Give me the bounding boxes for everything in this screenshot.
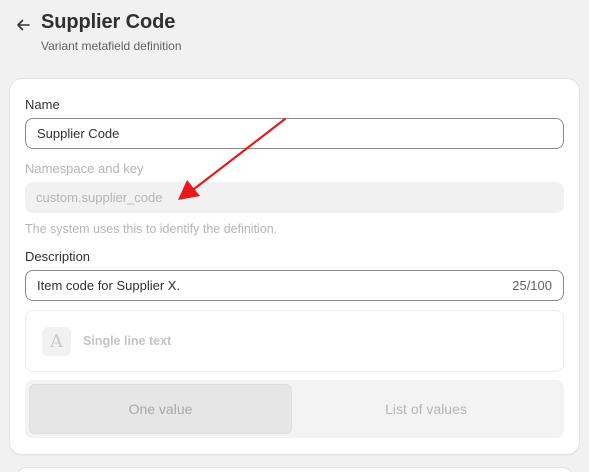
- page-header: Supplier Code Variant metafield definiti…: [0, 0, 589, 70]
- namespace-key-field: custom.supplier_code: [25, 182, 564, 213]
- page-subtitle: Variant metafield definition: [41, 39, 182, 53]
- name-label: Name: [25, 97, 60, 112]
- one-value-option[interactable]: One value: [29, 384, 292, 434]
- type-label: Single line text: [83, 334, 172, 348]
- name-value: Supplier Code: [37, 126, 120, 141]
- namespace-label: Namespace and key: [25, 161, 144, 176]
- description-field[interactable]: Item code for Supplier X. 25/100: [25, 270, 564, 301]
- arrow-left-icon: [17, 19, 30, 31]
- namespace-value: custom.supplier_code: [36, 190, 163, 205]
- page-title: Supplier Code: [41, 11, 176, 33]
- text-type-icon: A: [42, 327, 71, 356]
- description-label: Description: [25, 249, 91, 264]
- type-selector[interactable]: A Single line text: [25, 310, 564, 372]
- name-field[interactable]: Supplier Code: [25, 118, 564, 149]
- value-count-segmented-control: One value List of values: [25, 380, 564, 438]
- list-of-values-option[interactable]: List of values: [292, 384, 560, 434]
- description-value: Item code for Supplier X.: [37, 278, 181, 293]
- back-button[interactable]: [11, 13, 35, 37]
- character-counter: 25/100: [512, 278, 552, 293]
- namespace-help-text: The system uses this to identify the def…: [25, 222, 278, 236]
- next-card-edge: [18, 468, 571, 472]
